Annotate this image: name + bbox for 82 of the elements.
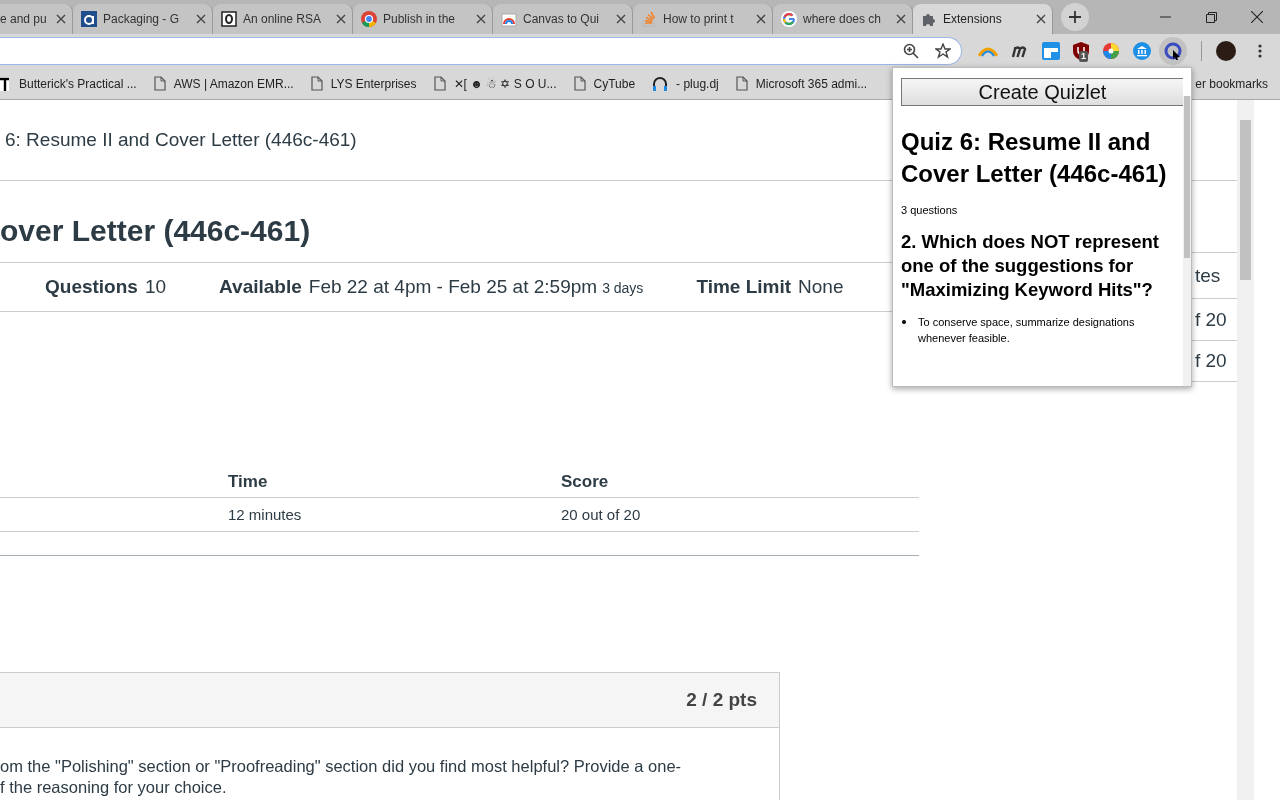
page-icon [735,76,748,91]
stack-icon [641,11,657,27]
table-cell: 20 out of 20 [561,506,641,523]
bookmark[interactable]: ✕[ ☻ ☃ ✡ S O U... [433,76,557,91]
browser-tab[interactable]: Packaging - G [73,4,213,34]
detail-value: None [798,276,844,297]
letters-icon [0,76,9,91]
bookmark[interactable]: LYS Enterprises [310,76,417,91]
bank-icon[interactable] [1133,42,1151,60]
detail-value: 10 [144,276,167,297]
zoom-in-icon[interactable] [903,43,919,59]
answer-text: To conserve space, summarize designations whenever feasible. [918,315,1136,346]
column-header: Score [561,472,609,491]
question-text: 2. Which does NOT represent one of the suggestions for "Maximizing Keyword Hits"? [901,230,1161,302]
browser-tab[interactable]: where does ch [773,4,913,34]
bookmark[interactable]: CyTube [573,76,636,91]
star-icon[interactable] [935,43,951,59]
close-icon[interactable] [476,14,486,24]
browser-tab[interactable]: Publish in the [353,4,493,34]
page-icon [433,76,446,91]
close-icon[interactable] [196,14,206,24]
close-icon[interactable] [336,14,346,24]
new-tab-button[interactable] [1061,3,1089,31]
other-bookmarks[interactable]: er bookmarks [1195,76,1268,91]
rainbow-icon [501,11,517,27]
extension-button[interactable] [1159,37,1187,65]
question-count: 3 questions [901,204,959,216]
scrollbar[interactable] [1237,100,1254,800]
avatar[interactable] [1216,41,1236,61]
browser-tab[interactable]: e and pu [0,4,73,34]
cursor-q-icon [1164,42,1182,60]
address-field[interactable] [0,37,962,65]
minimize-icon [1159,16,1171,18]
browser-tab[interactable]: An online RSA [213,4,353,34]
bookmark[interactable]: Microsoft 365 admi... [735,76,868,91]
chrome-icon [361,11,377,27]
page-icon [573,76,586,91]
close-icon[interactable] [1036,14,1046,24]
detail-label: Time Limit [696,276,792,297]
color-wheel-icon[interactable] [1102,42,1120,60]
google-icon [781,11,797,27]
window-icon[interactable] [1042,42,1060,60]
headphones-icon [652,75,669,92]
italic-m-icon[interactable] [1011,44,1029,58]
scrollbar[interactable] [1183,96,1191,386]
sidebar-text: tes [1195,264,1221,287]
close-icon[interactable] [896,14,906,24]
close-icon[interactable] [56,14,66,24]
table-cell: 12 minutes [228,506,302,523]
breadcrumb-link[interactable]: 6: Resume II and Cover Letter (446c-461) [5,129,357,151]
page-icon [153,76,166,91]
close-icon[interactable] [756,14,766,24]
sidebar-text: f 20 [1195,350,1227,372]
plus-icon [1068,10,1082,24]
points-score: 2 / 2 pts [686,689,757,711]
detail-value: Feb 22 at 4pm - Feb 25 at 2:59pm [308,276,598,297]
create-quizlet-button[interactable]: Create Quizlet [901,78,1183,106]
sidebar-text: f 20 [1195,308,1227,331]
question-text: f the reasoning for your choice. [0,777,228,798]
letter-a-icon [81,11,97,27]
detail-label: Available [219,276,302,297]
close-icon [1251,11,1263,23]
more-icon[interactable] [1258,44,1262,58]
bookmark[interactable]: - plug.dj [652,75,719,92]
letter-o-icon [221,11,237,27]
browser-tab[interactable]: Extensions [913,4,1053,34]
question-text: om the "Polishing" section or "Proofreading" section did you find most helpful? Provide a one- [0,756,683,777]
bullet-icon [902,320,906,324]
bookmark[interactable]: AWS | Amazon EMR... [153,76,294,91]
count-badge: 1 [1079,51,1088,62]
browser-tab[interactable]: Canvas to Qui [493,4,633,34]
puzzle-icon [921,11,937,27]
page-icon [310,76,323,91]
arc-icon[interactable] [978,45,998,57]
popup-title: Quiz 6: Resume II and Cover Letter (446c-461) [901,127,1168,189]
close-icon[interactable] [616,14,626,24]
browser-tab[interactable]: How to print t [633,4,773,34]
column-header: Time [228,472,268,491]
detail-label: Questions [45,276,138,297]
restore-icon [1205,11,1217,23]
bookmark[interactable]: Butterick's Practical ... [0,76,137,91]
detail-note: 3 days [602,280,644,296]
